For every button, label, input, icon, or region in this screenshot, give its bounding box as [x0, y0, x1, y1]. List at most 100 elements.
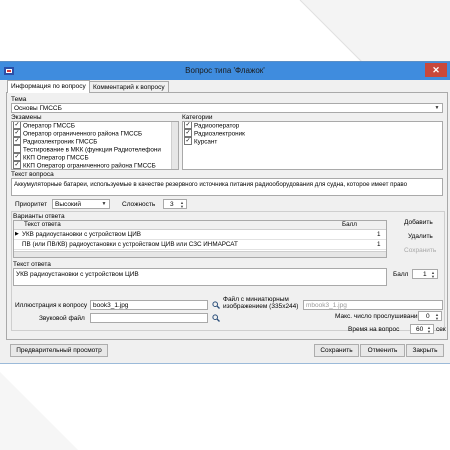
answers-table: Текст ответа Балл ▶ УКВ радиоустановки с…	[13, 220, 387, 258]
exam-item[interactable]: ✓ Оператор ГМССБ	[12, 122, 172, 130]
exam-item[interactable]: Тестирование в МКК (функция Радиотелефон…	[12, 145, 172, 154]
dialog-client: Информация по вопросу Комментарий к вопр…	[4, 80, 448, 359]
checkbox-checked-icon[interactable]: ✓	[13, 122, 21, 129]
tab-question-info[interactable]: Информация по вопросу	[7, 80, 90, 93]
time-spinner[interactable]: 60 ▲ ▼	[410, 324, 434, 334]
table-row[interactable]: ПВ (или ПВ/КВ) радиоустановки с устройст…	[14, 240, 386, 250]
illustration-value: book3_1.jpg	[93, 302, 129, 309]
title-bar[interactable]: Вопрос типа 'Флажок' ✕	[0, 62, 450, 80]
difficulty-label: Сложность	[122, 201, 156, 208]
answer-text-field[interactable]: УКВ радиоустановки с устройством ЦИВ	[13, 268, 387, 286]
theme-select[interactable]: Основы ГМССБ ▼	[11, 103, 443, 113]
exam-item-label: Оператор ограниченного района ГМССБ	[23, 130, 143, 138]
exam-item-label: ККП Оператор ГМССБ	[23, 154, 89, 162]
priority-label: Приоритет	[15, 201, 48, 208]
sound-file-field[interactable]	[90, 313, 208, 323]
exams-label: Экзамены	[11, 114, 42, 121]
exam-item[interactable]: ✓ ККП Оператор ГМССБ	[12, 153, 172, 162]
answer-text-label: Текст ответа	[13, 261, 51, 268]
spinner-arrows-icon[interactable]: ▲ ▼	[431, 271, 436, 279]
save-button[interactable]: Сохранить	[314, 344, 359, 357]
browse-search-icon[interactable]	[212, 314, 220, 322]
max-plays-spinner[interactable]: 0 ▲ ▼	[418, 311, 442, 321]
close-window-button[interactable]: ✕	[425, 63, 447, 77]
exam-item[interactable]: ✓ ККП Оператор ограниченного района ГМССБ	[12, 161, 172, 170]
checkbox-checked-icon[interactable]: ✓	[184, 129, 192, 137]
answer-text-value: УКВ радиоустановки с устройством ЦИВ	[16, 271, 139, 278]
difficulty-value: 3	[170, 201, 174, 208]
theme-select-value: Основы ГМССБ	[14, 105, 62, 112]
categories-list: ✓ Радиооператор ✓ Радиоэлектроник ✓ Курсант	[182, 121, 443, 170]
answer-score-label: Балл	[393, 271, 409, 278]
save-answer-button[interactable]: Сохранить	[404, 247, 436, 254]
answer-row-score: 1	[377, 241, 381, 248]
question-text-field[interactable]: Аккумуляторные батареи, используемые в к…	[11, 178, 443, 196]
category-item[interactable]: ✓ Радиооператор	[183, 122, 442, 130]
thumbnail-field[interactable]: mbook3_1.jpg	[303, 300, 443, 310]
priority-select[interactable]: Высокий ▼	[52, 199, 110, 209]
max-plays-label: Макс. число прослушиваний	[335, 313, 422, 320]
exams-scrollbar[interactable]	[171, 122, 178, 169]
time-label: Время на вопрос	[348, 326, 400, 333]
preview-button[interactable]: Предварительный просмотр	[10, 344, 108, 357]
answer-score-value: 1	[423, 271, 427, 278]
spinner-arrows-icon[interactable]: ▲ ▼	[427, 326, 432, 334]
checkbox-checked-icon[interactable]: ✓	[13, 153, 21, 161]
category-item[interactable]: ✓ Радиоэлектроник	[183, 129, 442, 138]
question-text-value: Аккумуляторные батареи, используемые в к…	[14, 181, 408, 188]
answers-hscrollbar[interactable]	[14, 251, 386, 257]
dialog-window: Вопрос типа 'Флажок' ✕ Информация по воп…	[0, 61, 450, 364]
checkbox-checked-icon[interactable]: ✓	[13, 129, 21, 137]
spinner-arrows-icon[interactable]: ▲ ▼	[435, 313, 440, 321]
checkbox-unchecked-icon[interactable]	[13, 145, 21, 153]
delete-answer-button[interactable]: Удалить	[408, 233, 433, 240]
difficulty-spinner[interactable]: 3 ▲ ▼	[163, 199, 187, 209]
answers-table-header: Текст ответа Балл	[14, 221, 386, 230]
close-button[interactable]: Закрыть	[406, 344, 444, 357]
answers-label: Варианты ответа	[13, 213, 65, 220]
checkbox-checked-icon[interactable]: ✓	[184, 122, 192, 129]
browse-search-icon[interactable]	[212, 301, 220, 309]
col-answer-score: Балл	[342, 221, 357, 228]
exam-item-label: Оператор ГМССБ	[23, 122, 75, 130]
exam-item[interactable]: ✓ Радиоэлектроник ГМССБ	[12, 137, 172, 146]
illustration-field[interactable]: book3_1.jpg	[90, 300, 208, 310]
exam-item-label: Радиоэлектроник ГМССБ	[23, 138, 98, 146]
category-item-label: Радиоэлектроник	[194, 130, 245, 138]
priority-select-value: Высокий	[55, 201, 82, 208]
question-text-label: Текст вопроса	[11, 171, 54, 178]
answer-row-text: УКВ радиоустановки с устройством ЦИВ	[22, 231, 141, 238]
exams-list: ✓ Оператор ГМССБ ✓ Оператор ограниченного …	[11, 121, 179, 170]
exam-item-label: Тестирование в МКК (функция Радиотелефон…	[23, 146, 161, 154]
time-value: 60	[416, 326, 424, 333]
illustration-label: Иллюстрация к вопросу	[15, 302, 88, 309]
row-selector-icon: ▶	[15, 231, 19, 237]
col-answer-text: Текст ответа	[24, 221, 61, 228]
chevron-down-icon: ▼	[101, 201, 107, 207]
checkbox-checked-icon[interactable]: ✓	[13, 137, 21, 145]
checkbox-checked-icon[interactable]: ✓	[184, 137, 192, 145]
thumbnail-label: Файл с миниатюрным изображением (335x244…	[223, 296, 299, 310]
checkbox-checked-icon[interactable]: ✓	[13, 161, 21, 169]
add-answer-button[interactable]: Добавить	[404, 219, 433, 226]
categories-label: Категории	[182, 114, 213, 121]
answer-row-score: 1	[377, 231, 381, 238]
category-item-label: Курсант	[194, 138, 218, 146]
chevron-down-icon: ▼	[434, 105, 440, 111]
answer-row-text: ПВ (или ПВ/КВ) радиоустановки с устройст…	[22, 241, 238, 248]
exam-item-label: ККП Оператор ограниченного района ГМССБ	[23, 162, 156, 170]
sound-file-label: Звуковой файл	[39, 315, 85, 322]
cancel-button[interactable]: Отменить	[360, 344, 405, 357]
exam-item[interactable]: ✓ Оператор ограниченного района ГМССБ	[12, 129, 172, 138]
answer-score-spinner[interactable]: 1 ▲ ▼	[412, 269, 438, 279]
thumbnail-value: mbook3_1.jpg	[306, 302, 347, 309]
table-row[interactable]: ▶ УКВ радиоустановки с устройством ЦИВ 1	[14, 230, 386, 240]
category-item[interactable]: ✓ Курсант	[183, 137, 442, 146]
category-item-label: Радиооператор	[194, 122, 240, 130]
window-title: Вопрос типа 'Флажок'	[185, 66, 265, 75]
theme-label: Тема	[11, 96, 27, 103]
time-unit-label: сек	[436, 326, 446, 333]
tab-panel: Тема Основы ГМССБ ▼ Экзамены ✓ Оператор Г…	[6, 92, 448, 340]
spinner-arrows-icon[interactable]: ▲ ▼	[180, 201, 185, 209]
max-plays-value: 0	[426, 313, 430, 320]
